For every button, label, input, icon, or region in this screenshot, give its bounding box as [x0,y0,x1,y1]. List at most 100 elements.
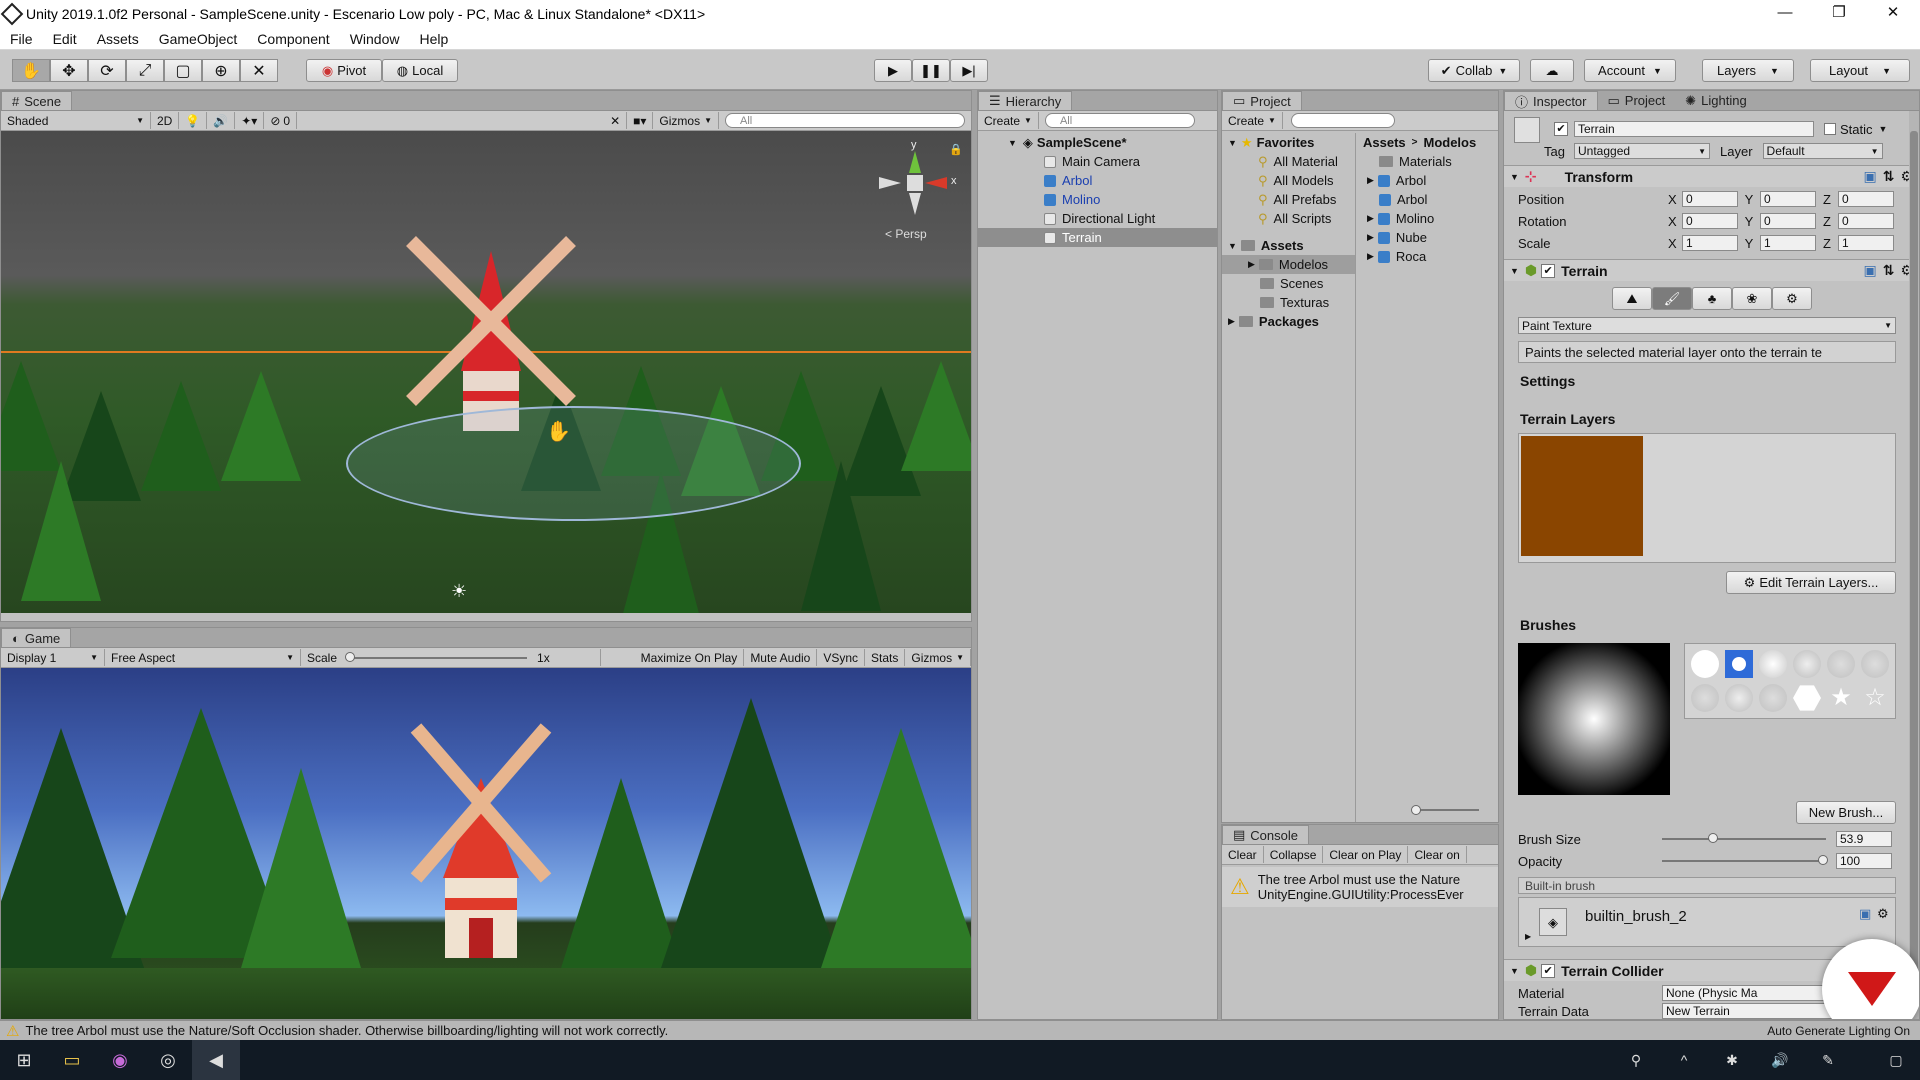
menu-edit[interactable]: Edit [43,31,87,47]
hierarchy-search-input[interactable]: All [1044,113,1195,128]
scale-tool-icon[interactable]: ⤢ [126,59,164,82]
menu-gameobject[interactable]: GameObject [149,31,248,47]
browser-icon[interactable]: ◉ [96,1040,144,1080]
close-button[interactable]: ✕ [1866,0,1920,28]
tools-icon[interactable]: ✕ [604,112,628,129]
tab-console[interactable]: ▤ Console [1222,825,1309,844]
chevron-right-icon[interactable]: ▶ [1525,932,1531,941]
console-clear-button[interactable]: Clear [1222,846,1264,863]
status-bar[interactable]: ⚠ The tree Arbol must use the Nature/Sof… [0,1020,1920,1040]
projection-label[interactable]: < Persp [885,227,927,241]
paint-brush-tool-icon[interactable]: 🖌 [1652,287,1692,310]
shading-mode-dropdown[interactable]: Shaded ▼ [1,112,151,129]
asset-folder[interactable]: Scenes [1222,274,1355,293]
inspector-scrollbar[interactable] [1909,111,1919,1019]
transform-header[interactable]: ▼ ⊹ Transform ▣ ⇅ ⚙ [1504,165,1919,187]
step-button[interactable]: ▶| [950,59,988,82]
hierarchy-item[interactable]: Main Camera [978,152,1217,171]
asset-folder[interactable]: Texturas [1222,293,1355,312]
audio-toggle-icon[interactable]: 🔊 [207,112,236,129]
unity-hub-icon[interactable]: ◎ [144,1040,192,1080]
console-collapse-button[interactable]: Collapse [1264,846,1324,863]
layer-dropdown[interactable]: Default ▼ [1762,143,1883,159]
maximize-on-play-toggle[interactable]: Maximize On Play [635,649,745,666]
file-explorer-icon[interactable]: ▭ [48,1040,96,1080]
network-icon[interactable]: ✱ [1708,1040,1756,1080]
asset-folder-selected[interactable]: ▶ Modelos [1222,255,1355,274]
vsync-toggle[interactable]: VSync [817,649,866,666]
scene-root-item[interactable]: ▼ ◈ SampleScene* [978,133,1217,152]
active-checkbox[interactable]: ✔ [1554,122,1568,136]
transform-tool-icon[interactable]: ⊕ [202,59,240,82]
effects-toggle-icon[interactable]: ✦▾ [235,112,265,129]
opacity-slider-thumb[interactable] [1818,855,1828,865]
assets-header[interactable]: ▼ Assets [1222,236,1355,255]
project-item[interactable]: Arbol [1357,190,1498,209]
hidden-objects-toggle[interactable]: ⊘ 0 [264,112,298,129]
scale-slider-track[interactable] [345,651,528,662]
tab-scene[interactable]: # Scene [1,91,73,110]
inspector-scrollbar-thumb[interactable] [1910,131,1918,971]
icon-size-slider[interactable] [1411,805,1479,815]
tab-project[interactable]: ▭ Project [1222,91,1302,110]
project-create-dropdown[interactable]: Create ▼ [1222,112,1283,129]
star-outline-brush-icon[interactable]: ☆ [1861,684,1889,712]
breadcrumb-root[interactable]: Assets [1363,135,1406,150]
project-item[interactable]: ▶ Molino [1357,209,1498,228]
icon-size-slider-thumb[interactable] [1411,805,1421,815]
volume-icon[interactable]: 🔊 [1756,1040,1804,1080]
neg-x-axis-cone[interactable] [879,177,901,189]
hierarchy-item[interactable]: Molino [978,190,1217,209]
preset-icon[interactable]: ⇅ [1883,262,1895,279]
favorite-item[interactable]: ⚲ All Material [1222,152,1355,171]
collab-dropdown[interactable]: ✔ Collab ▼ [1428,59,1520,82]
mute-audio-toggle[interactable]: Mute Audio [744,649,818,666]
paint-details-tool-icon[interactable]: ❀ [1732,287,1772,310]
breadcrumb-current[interactable]: Modelos [1423,135,1476,150]
console-message[interactable]: ⚠ The tree Arbol must use the Nature Uni… [1222,867,1498,907]
scale-slider[interactable]: Scale 1x [301,649,601,666]
chevron-up-icon[interactable]: ^ [1660,1040,1708,1080]
packages-header[interactable]: ▶ Packages [1222,312,1355,331]
tab-game[interactable]: ◐ Game [1,628,72,647]
help-icon[interactable]: ▣ [1859,906,1871,922]
favorite-item[interactable]: ⚲ All Scripts [1222,209,1355,228]
hierarchy-item-selected[interactable]: Terrain [978,228,1217,247]
layout-dropdown[interactable]: Layout ▼ [1810,59,1910,82]
project-item[interactable]: Materials [1357,152,1498,171]
hierarchy-item[interactable]: Directional Light [978,209,1217,228]
lighting-toggle-icon[interactable]: 💡 [179,112,208,129]
pen-icon[interactable]: ✎ [1804,1040,1852,1080]
play-button[interactable]: ▶ [874,59,912,82]
raise-terrain-tool-icon[interactable]: ⛰ [1612,287,1652,310]
brush-size-slider[interactable] [1662,833,1826,843]
collider-enabled-checkbox[interactable]: ✔ [1541,963,1556,978]
position-x-input[interactable]: 0 [1682,191,1738,207]
help-icon[interactable]: ▣ [1863,262,1876,279]
scene-search-input[interactable]: All [725,113,965,128]
position-z-input[interactable]: 0 [1838,191,1894,207]
brush-asset-row[interactable]: ◈ builtin_brush_2 ▶ ▣ ⚙ [1518,897,1896,947]
notifications-icon[interactable]: ▢ [1872,1040,1920,1080]
static-checkbox[interactable] [1824,123,1836,135]
people-icon[interactable]: ⚲ [1612,1040,1660,1080]
rect-tool-icon[interactable]: ▢ [164,59,202,82]
2d-toggle[interactable]: 2D [151,112,180,129]
opacity-input[interactable]: 100 [1836,853,1892,869]
brush-size-slider-thumb[interactable] [1708,833,1718,843]
object-name-input[interactable]: Terrain [1574,121,1814,137]
camera-dropdown-icon[interactable]: ■▾ [627,112,654,129]
menu-help[interactable]: Help [409,31,458,47]
edit-terrain-layers-button[interactable]: ⚙ Edit Terrain Layers... [1726,571,1896,594]
gizmo-center-cube[interactable] [907,175,923,191]
menu-assets[interactable]: Assets [87,31,149,47]
game-gizmos-dropdown[interactable]: Gizmos ▼ [905,649,971,666]
layers-dropdown[interactable]: Layers ▼ [1702,59,1794,82]
position-y-input[interactable]: 0 [1760,191,1816,207]
orientation-gizmo[interactable]: y x < Persp [871,139,961,241]
chevron-down-icon[interactable]: ▼ [1879,124,1888,134]
terrain-settings-gear-icon[interactable]: ⚙ [1772,287,1812,310]
terrain-enabled-checkbox[interactable]: ✔ [1541,263,1556,278]
gear-icon[interactable]: ⚙ [1877,906,1889,922]
rotation-z-input[interactable]: 0 [1838,213,1894,229]
